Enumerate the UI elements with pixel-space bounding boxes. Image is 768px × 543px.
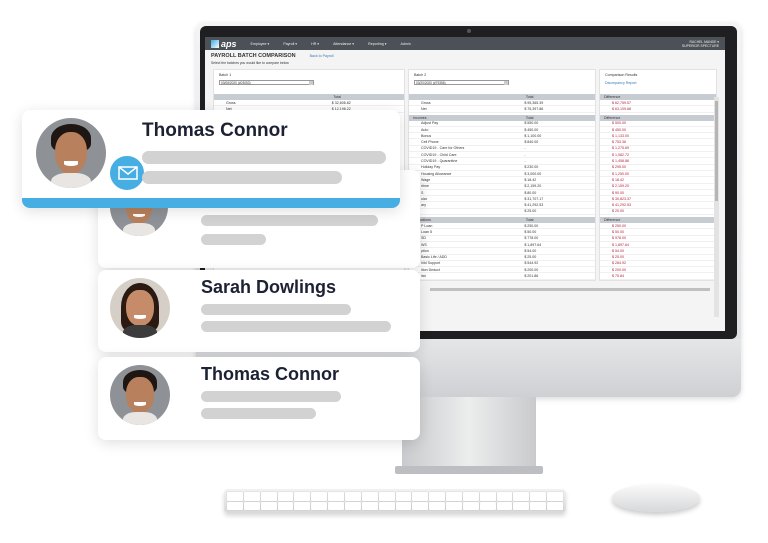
horizontal-scrollbar[interactable] xyxy=(430,288,710,291)
nav-payroll[interactable]: Payroll ▾ xyxy=(283,42,297,46)
avatar xyxy=(110,365,170,425)
placeholder-line xyxy=(201,304,351,315)
contact-name: Sarah Dowlings xyxy=(201,277,337,297)
avatar xyxy=(110,278,170,338)
aps-logo[interactable]: aps xyxy=(211,39,237,49)
contact-name: Thomas Connor xyxy=(142,120,288,141)
camera xyxy=(467,29,471,33)
batch1-select[interactable]: 03/08/2020 (#03053) xyxy=(219,80,314,85)
user-menu[interactable]: RACHEL MANDE ▾ SUPERIOR SPECTURE xyxy=(682,40,719,48)
card-accent-bar xyxy=(22,198,400,208)
nav-employee[interactable]: Employee ▾ xyxy=(251,42,270,46)
placeholder-line xyxy=(201,215,378,226)
placeholder-line xyxy=(142,171,342,184)
placeholder-line xyxy=(201,391,341,402)
nav-attendance[interactable]: Attendance ▾ xyxy=(333,42,354,46)
table-row: $ 20.00 xyxy=(600,209,716,216)
placeholder-line xyxy=(142,151,386,164)
page-title: PAYROLL BATCH COMPARISON xyxy=(211,53,296,59)
vertical-scrollbar[interactable] xyxy=(714,97,719,317)
placeholder-line xyxy=(201,408,316,419)
top-nav: aps Employee ▾ Payroll ▾ HR ▾ Attendance… xyxy=(205,37,725,50)
back-to-payroll-link[interactable]: Back to Payroll xyxy=(310,54,334,58)
table-row: $ 75.84 xyxy=(600,273,716,280)
nav-admin[interactable]: Admin xyxy=(401,42,411,46)
placeholder-line xyxy=(201,234,266,245)
stand-base xyxy=(395,466,543,474)
contact-card-sarah[interactable]: Sarah Dowlings xyxy=(98,270,420,352)
table-row: $ 63,109.68 xyxy=(600,106,716,113)
comparison-panel: Comparison Results Discrepancy Report Dif… xyxy=(599,69,717,281)
keyboard xyxy=(224,489,566,513)
table-row: $ 25.00 xyxy=(409,209,595,216)
mouse xyxy=(612,484,700,512)
discrepancy-report-link[interactable]: Discrepancy Report xyxy=(605,81,711,85)
placeholder-line xyxy=(201,321,391,332)
contact-card-thomas-active[interactable]: Thomas Connor xyxy=(22,110,400,208)
nav-reporting[interactable]: Reporting ▾ xyxy=(368,42,386,46)
mail-icon[interactable] xyxy=(108,154,146,192)
table-row: ital $ 201.86 xyxy=(409,273,595,280)
logo-icon xyxy=(211,39,219,48)
monitor-stand xyxy=(402,397,536,469)
contact-card-thomas-2[interactable]: Thomas Connor xyxy=(98,357,420,440)
batch2-select[interactable]: 03/20/2020 (#79356) xyxy=(414,80,509,85)
contact-name: Thomas Connor xyxy=(201,364,339,384)
table-row: Net $ 75,397.86 xyxy=(409,106,595,113)
avatar xyxy=(36,118,106,188)
nav-hr[interactable]: HR ▾ xyxy=(311,42,319,46)
instructions: Select the batches you would like to com… xyxy=(211,61,289,65)
batch2-panel: Batch 2 03/20/2020 (#79356) Total Gross $ … xyxy=(408,69,596,281)
